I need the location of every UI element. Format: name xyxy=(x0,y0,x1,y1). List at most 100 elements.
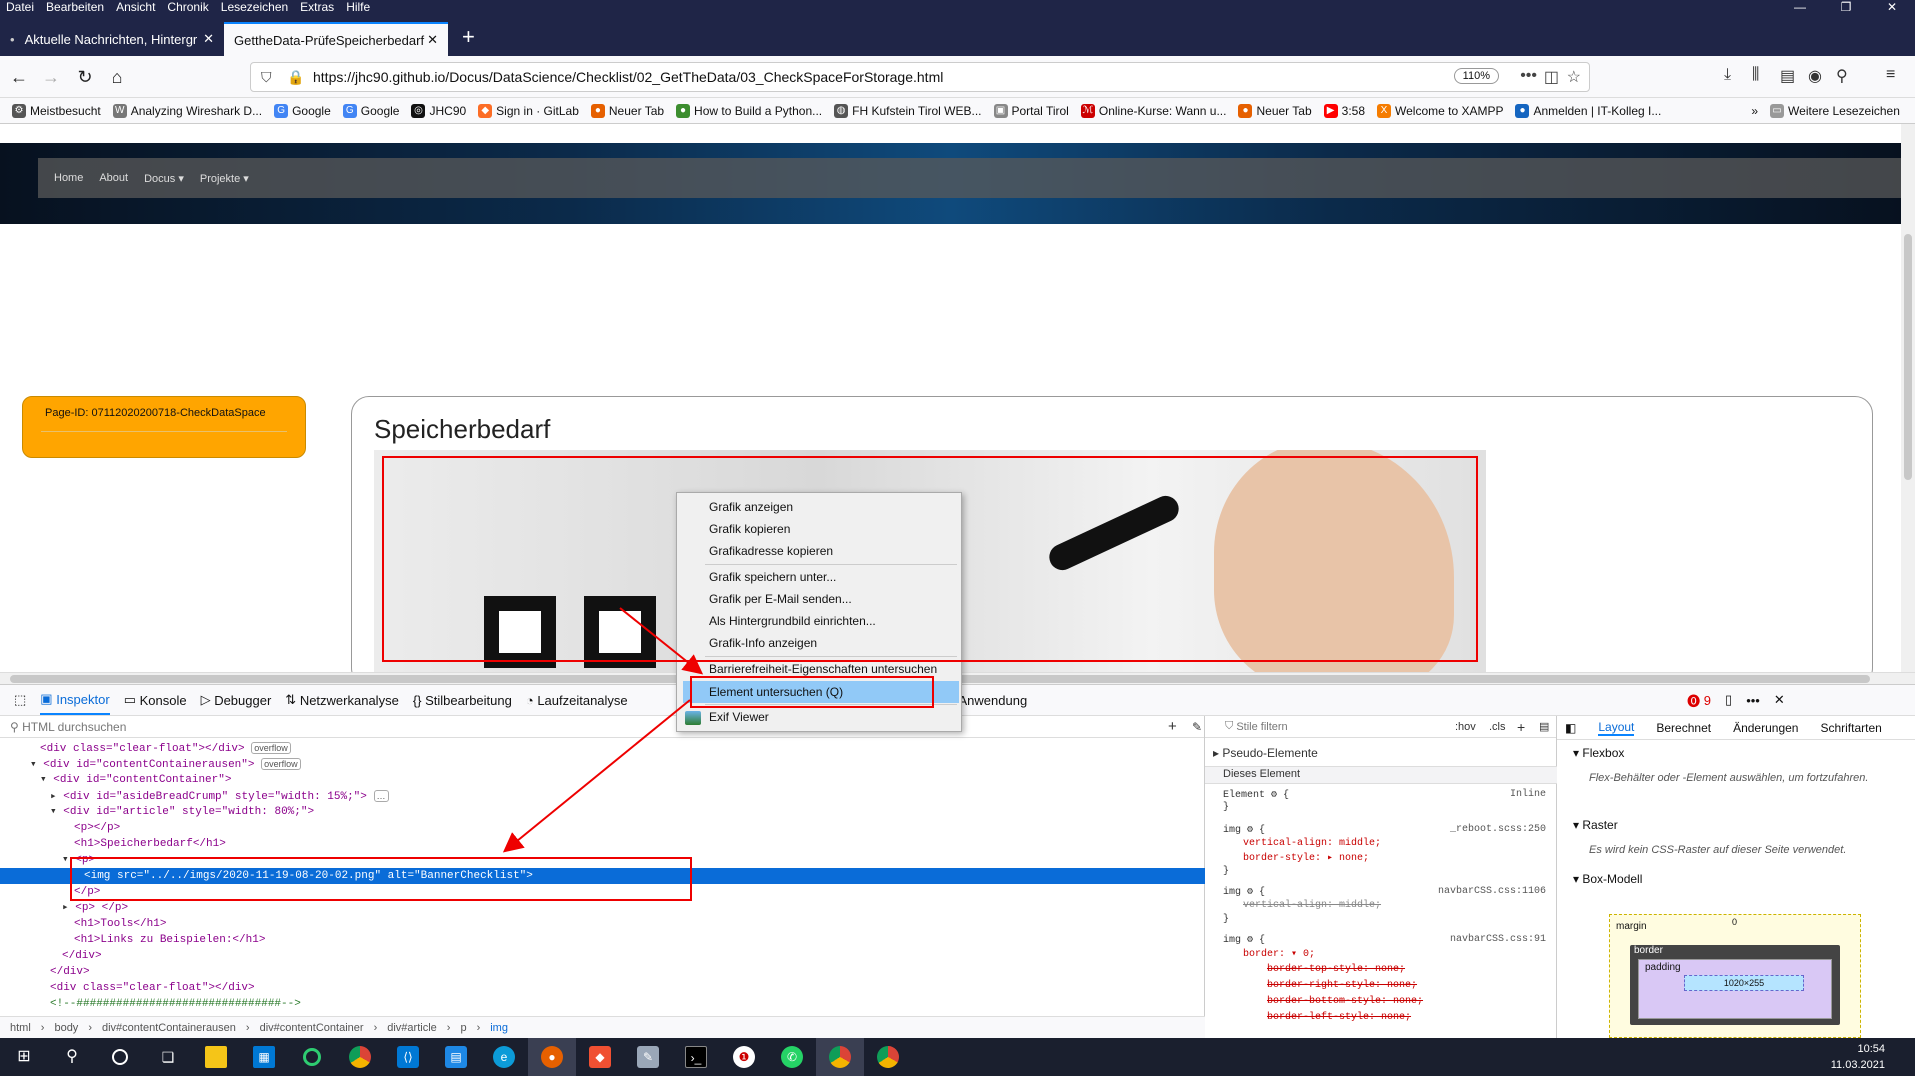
menu-chronik[interactable]: Chronik xyxy=(161,0,214,14)
breadcrumb-item[interactable]: img xyxy=(490,1022,508,1034)
devtools-menu-icon[interactable]: ••• xyxy=(1746,685,1760,715)
html-node-line[interactable]: ▾ <p> xyxy=(0,852,1205,868)
css-declaration-overridden[interactable]: border-top-style: none; xyxy=(1267,964,1405,975)
tab-news[interactable]: • Aktuelle Nachrichten, Hintergr ✕ xyxy=(0,22,224,56)
shield-icon[interactable]: ⛉ xyxy=(261,69,279,86)
bookmark-star-icon[interactable]: ☆ xyxy=(1567,67,1581,87)
html-node-line[interactable]: ▾ <div id="contentContainerausen"> overf… xyxy=(0,756,1205,772)
bookmark-item[interactable]: ● How to Build a Python... xyxy=(676,103,822,118)
tab-changes[interactable]: Änderungen xyxy=(1733,721,1798,735)
html-node-line[interactable]: <h1>Speicherbedarf</h1> xyxy=(0,836,1205,852)
menu-ansicht[interactable]: Ansicht xyxy=(110,0,161,14)
new-tab-icon[interactable]: + xyxy=(448,24,489,50)
toggle-sidebar-icon[interactable]: ◧ xyxy=(1565,721,1576,735)
devtools-tab-console[interactable]: ▭ Konsole xyxy=(124,685,187,715)
html-node-line[interactable]: ▸ <p> </p> xyxy=(0,900,1205,916)
url-text[interactable]: https://jhc90.github.io/Docus/DataScienc… xyxy=(313,69,943,85)
hamburger-menu-icon[interactable]: ≡ xyxy=(1886,66,1895,84)
add-rule-icon[interactable]: + xyxy=(1517,719,1525,735)
site-nav-about[interactable]: About xyxy=(99,172,128,184)
breadcrumb-item[interactable]: body xyxy=(54,1022,78,1034)
lock-icon[interactable]: 🔒 xyxy=(287,69,305,86)
rule-source-link[interactable]: navbarCSS.css:1106 xyxy=(1438,886,1546,897)
box-model-content[interactable]: 1020×255 xyxy=(1684,975,1804,991)
add-node-icon[interactable]: + xyxy=(1168,718,1177,735)
bookmark-item[interactable]: ◍ FH Kufstein Tirol WEB... xyxy=(834,103,982,118)
bookmark-folder-more[interactable]: ▭ Weitere Lesezeichen xyxy=(1770,103,1900,118)
bookmark-item[interactable]: X Welcome to XAMPP xyxy=(1377,103,1503,118)
menu-item-email-image[interactable]: Grafik per E-Mail senden... xyxy=(709,589,852,609)
task-view-icon[interactable]: ❏ xyxy=(144,1038,192,1076)
firefox-icon[interactable]: ● xyxy=(528,1038,576,1076)
html-node-line[interactable]: <h1>Links zu Beispielen:</h1> xyxy=(0,932,1205,948)
system-clock[interactable]: 10:54 11.03.2021 xyxy=(1831,1041,1885,1073)
boxmodel-section-toggle[interactable]: ▾ Box-Modell xyxy=(1573,872,1642,886)
chrome-icon[interactable] xyxy=(864,1038,912,1076)
breadcrumb-item[interactable]: div#contentContainerausen xyxy=(102,1022,236,1034)
breadcrumb-item[interactable]: html xyxy=(10,1022,31,1034)
site-nav-projekte[interactable]: Projekte ▾ xyxy=(200,172,249,185)
store-icon[interactable]: ▦ xyxy=(240,1038,288,1076)
html-node-line[interactable]: <h1>Tools</h1> xyxy=(0,916,1205,932)
windows-start-icon[interactable]: ⊞ xyxy=(0,1038,48,1076)
sidebar-icon[interactable]: ▤ xyxy=(1780,66,1795,86)
error-count-badge[interactable]: ⓿ 9 xyxy=(1687,685,1711,715)
site-nav-docus[interactable]: Docus ▾ xyxy=(144,172,184,185)
flexbox-section-toggle[interactable]: ▾ Flexbox xyxy=(1573,746,1624,760)
eyedropper-icon[interactable]: ✎ xyxy=(1192,720,1202,734)
tab-close-icon[interactable]: ✕ xyxy=(203,31,214,47)
bookmark-item[interactable]: ◎ JHC90 xyxy=(411,103,466,118)
search-icon[interactable]: ⚲ xyxy=(48,1038,96,1076)
css-declaration-overridden[interactable]: border-right-style: none; xyxy=(1267,980,1417,991)
menu-item-accessibility[interactable]: Barrierefreiheit-Eigenschaften untersuch… xyxy=(709,659,937,679)
tab-close-icon[interactable]: ✕ xyxy=(427,32,438,48)
bookmark-item[interactable]: ● Neuer Tab xyxy=(590,103,664,118)
tab-computed[interactable]: Berechnet xyxy=(1656,721,1711,735)
menu-item-inspect-element[interactable]: Element untersuchen (Q) xyxy=(709,682,843,702)
url-bar[interactable]: ⛉ 🔒 https://jhc90.github.io/Docus/DataSc… xyxy=(250,62,1590,92)
chrome-icon[interactable] xyxy=(816,1038,864,1076)
menu-item-save-image[interactable]: Grafik speichern unter... xyxy=(709,567,836,587)
back-icon[interactable]: ← xyxy=(6,64,32,90)
html-node-line-selected[interactable]: <img src="../../imgs/2020-11-19-08-20-02… xyxy=(0,868,1205,884)
extension-icon[interactable]: ⚲ xyxy=(1836,66,1848,86)
breadcrumb-item[interactable]: div#contentContainer xyxy=(260,1022,364,1034)
menu-hilfe[interactable]: Hilfe xyxy=(340,0,376,14)
whatsapp-icon[interactable]: ✆ xyxy=(768,1038,816,1076)
menu-extras[interactable]: Extras xyxy=(294,0,340,14)
app-red-icon[interactable]: ❶ xyxy=(720,1038,768,1076)
html-node-line[interactable]: ▾ <div id="contentContainer"> xyxy=(0,772,1205,788)
menu-item-view-image[interactable]: Grafik anzeigen xyxy=(709,497,793,517)
forward-icon[interactable]: → xyxy=(38,64,64,90)
raster-section-toggle[interactable]: ▾ Raster xyxy=(1573,818,1618,832)
pseudo-elements-toggle[interactable]: ▸ Pseudo-Elemente xyxy=(1213,746,1318,760)
element-rule[interactable]: Element ⚙ { xyxy=(1223,789,1289,801)
app-green-ring-icon[interactable] xyxy=(288,1038,336,1076)
tab-fonts[interactable]: Schriftarten xyxy=(1820,721,1881,735)
edge-icon[interactable]: e xyxy=(480,1038,528,1076)
bookmark-item[interactable]: ℳ Online-Kurse: Wann u... xyxy=(1080,103,1226,118)
account-icon[interactable]: ◉ xyxy=(1808,66,1822,86)
bookmark-item[interactable]: ▣ Portal Tirol xyxy=(993,103,1069,118)
app-notes-icon[interactable]: ✎ xyxy=(624,1038,672,1076)
scrollbar-thumb[interactable] xyxy=(1904,234,1912,480)
cortana-icon[interactable] xyxy=(96,1038,144,1076)
devtools-tab-network[interactable]: ⇅ Netzwerkanalyse xyxy=(285,685,399,715)
menu-item-set-background[interactable]: Als Hintergrundbild einrichten... xyxy=(709,611,876,631)
css-declaration-overridden[interactable]: vertical-align: middle; xyxy=(1243,900,1381,911)
html-node-line[interactable]: ▸ <div id="asideBreadCrump" style="width… xyxy=(0,788,1205,804)
html-node-line[interactable]: </div> xyxy=(0,948,1205,964)
zoom-indicator[interactable]: 110% xyxy=(1453,68,1499,84)
home-icon[interactable]: ⌂ xyxy=(104,64,130,90)
breadcrumb-item[interactable]: p xyxy=(460,1022,466,1034)
styles-filter-input[interactable]: ⛉ Stile filtern :hov .cls + ▤ xyxy=(1205,716,1556,738)
rule-source-link[interactable]: _reboot.scss:250 xyxy=(1450,824,1546,835)
css-declaration[interactable]: border-style: ▸ none; xyxy=(1243,852,1369,864)
vscode-icon[interactable]: ⟨⟩ xyxy=(384,1038,432,1076)
html-node-line[interactable]: <div class="clear-float"></div> xyxy=(0,980,1205,996)
bookmark-item[interactable]: ● Anmelden | IT-Kolleg I... xyxy=(1515,103,1661,118)
menu-datei[interactable]: Datei xyxy=(0,0,40,14)
devtools-tab-performance[interactable]: ◔ Laufzeitanalyse xyxy=(526,685,628,715)
html-node-line[interactable]: <p></p> xyxy=(0,820,1205,836)
bookmark-item[interactable]: G Google xyxy=(274,103,331,118)
